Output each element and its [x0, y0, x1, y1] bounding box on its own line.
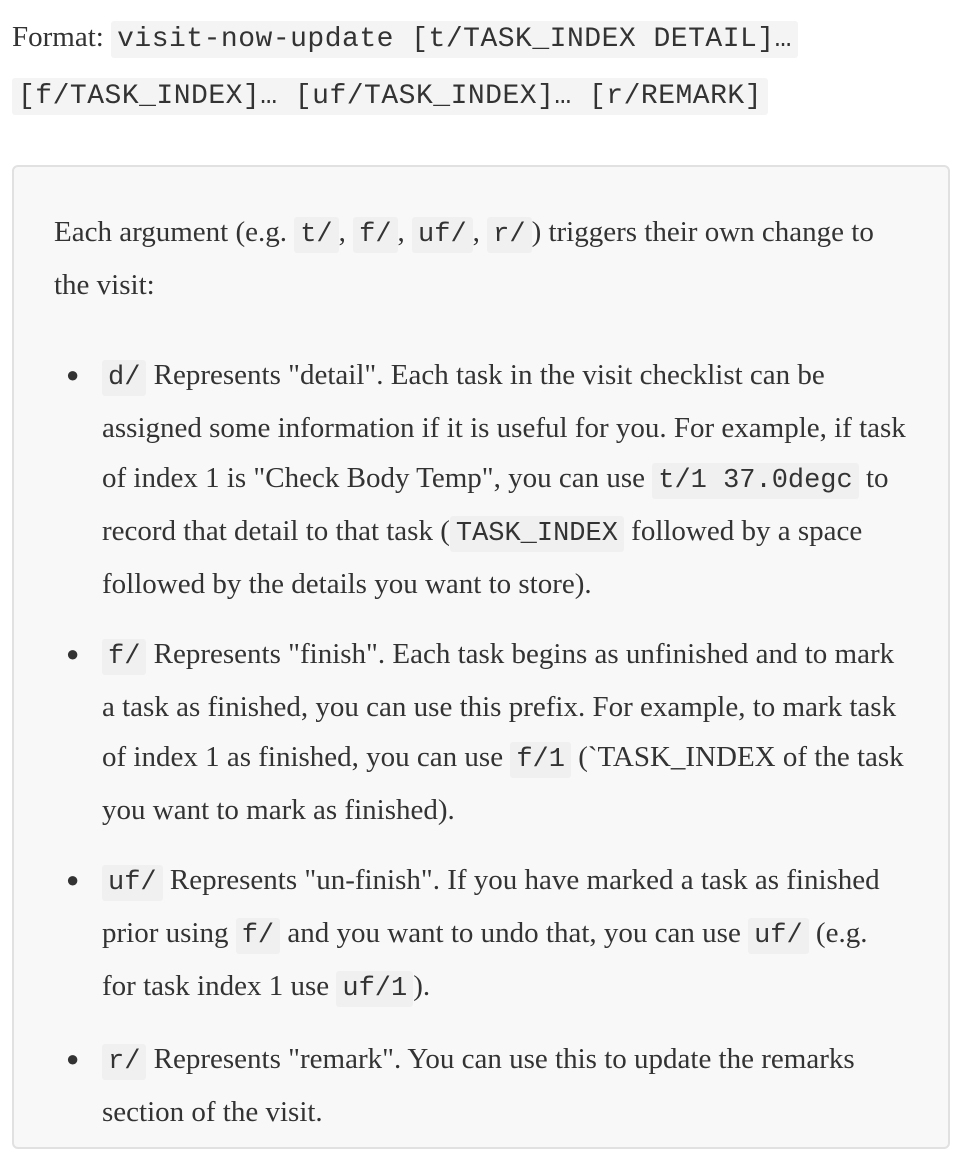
separator: ,: [397, 216, 413, 248]
task-index-code: TASK_INDEX: [449, 516, 624, 552]
detail-prefix-code: d/: [102, 360, 147, 396]
documentation-page: Format: visit-now-update [t/TASK_INDEX D…: [0, 0, 968, 1162]
unfinish-description: and you want to undo that, you can use: [280, 917, 749, 949]
t-prefix-code: t/: [294, 217, 339, 253]
argument-list: ● d/ Represents "detail". Each task in th…: [54, 350, 908, 1137]
separator: ,: [338, 216, 354, 248]
remark-prefix-code: r/: [102, 1044, 147, 1080]
intro-text: Each argument (e.g.: [54, 216, 295, 248]
unfinish-description: ).: [413, 970, 431, 1002]
bullet-icon: ●: [66, 867, 80, 892]
bullet-icon: ●: [66, 1046, 80, 1071]
arguments-intro: Each argument (e.g. t/, f/, uf/, r/) tri…: [54, 207, 874, 310]
list-item-unfinish: ● uf/ Represents "un-finish". If you have…: [66, 855, 908, 1014]
list-item-finish: ● f/ Represents "finish". Each task begin…: [66, 629, 908, 835]
uf-prefix-code: uf/: [412, 217, 473, 253]
separator: ,: [472, 216, 488, 248]
format-line: Format: visit-now-update [t/TASK_INDEX D…: [12, 10, 952, 124]
finish-example-code: f/1: [510, 742, 571, 778]
remark-description: Represents "remark". You can use this to…: [102, 1043, 855, 1128]
finish-prefix-code: f/: [102, 639, 147, 675]
list-item-detail: ● d/ Represents "detail". Each task in th…: [66, 350, 908, 609]
list-item-remark: ● r/ Represents "remark". You can use thi…: [66, 1034, 908, 1137]
r-prefix-code: r/: [487, 217, 532, 253]
bullet-icon: ●: [66, 641, 80, 666]
command-format-code: visit-now-update [t/TASK_INDEX DETAIL]… …: [12, 21, 798, 115]
unfinish-prefix-code: uf/: [102, 865, 163, 901]
unfinish-prefix-inline-code: uf/: [748, 918, 809, 954]
unfinish-example-code: uf/1: [336, 971, 414, 1007]
argument-info-box: Each argument (e.g. t/, f/, uf/, r/) tri…: [12, 165, 950, 1149]
detail-example-code: t/1 37.0degc: [652, 463, 859, 499]
bullet-icon: ●: [66, 362, 80, 387]
finish-prefix-inline-code: f/: [235, 918, 281, 954]
f-prefix-code: f/: [353, 217, 398, 253]
format-label: Format:: [12, 21, 104, 53]
